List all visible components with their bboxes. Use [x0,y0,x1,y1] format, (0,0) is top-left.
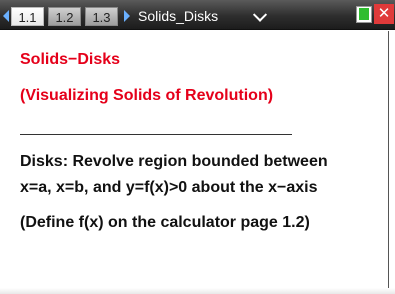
chevron-down-icon[interactable] [252,7,268,22]
paragraph-line-1: Disks: Revolve region bounded between [20,153,328,170]
divider-line [20,134,292,135]
tab-1-3[interactable]: 1.3 [85,7,118,26]
page-title: Solids−Disks [20,51,121,68]
document-title[interactable]: Solids_Disks [138,6,218,26]
tab-1-1[interactable]: 1.1 [11,7,44,26]
notes-page[interactable]: Solids−Disks (Visualizing Solids of Revo… [0,31,395,294]
top-toolbar: 1.1 1.2 1.3 Solids_Disks ✕ [0,0,395,30]
battery-icon [356,6,372,23]
prev-page-arrow-icon[interactable] [3,10,9,22]
page-edge-divider [388,31,389,294]
tab-1-2[interactable]: 1.2 [48,7,81,26]
footer-strip [0,288,395,294]
page-subtitle: (Visualizing Solids of Revolution) [20,87,274,104]
close-icon[interactable]: ✕ [374,4,394,24]
next-page-arrow-icon[interactable] [124,10,130,22]
paragraph-line-2: x=a, x=b, and y=f(x)>0 about the x−axis [20,179,318,196]
instruction-note: (Define f(x) on the calculator page 1.2) [20,214,310,231]
